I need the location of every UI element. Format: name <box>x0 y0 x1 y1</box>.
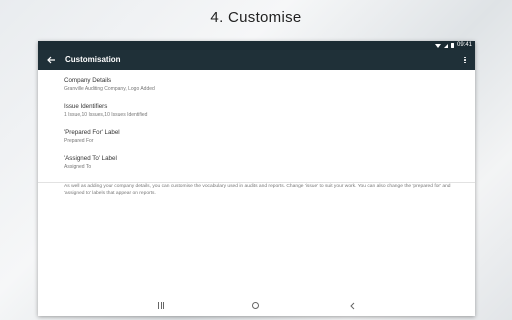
home-icon[interactable] <box>252 301 259 309</box>
page-title: Customisation <box>65 55 121 64</box>
overflow-menu-icon[interactable] <box>463 55 467 65</box>
nav-back-icon[interactable] <box>349 302 356 310</box>
setting-company-details[interactable]: Company Details Granville Auditing Compa… <box>64 77 464 93</box>
setting-title: 'Prepared For' Label <box>64 129 120 136</box>
screenshot-caption: 4. Customise <box>210 9 302 26</box>
status-time: 09:41 <box>456 42 472 48</box>
setting-title: Company Details <box>64 77 112 84</box>
status-bar: 09:41 <box>38 41 475 50</box>
wifi-icon <box>434 43 441 48</box>
app-bar: Customisation <box>38 50 475 70</box>
signal-icon <box>443 43 448 48</box>
divider <box>38 182 475 183</box>
battery-icon <box>450 43 454 48</box>
setting-subtitle: Prepared For <box>64 138 94 144</box>
recent-apps-icon[interactable] <box>158 302 164 309</box>
setting-title: Issue Identifiers <box>64 103 108 110</box>
setting-prepared-for-label[interactable]: 'Prepared For' Label Prepared For <box>64 129 464 145</box>
setting-issue-identifiers[interactable]: Issue Identifiers 1 Issue,10 Issues,10 I… <box>64 103 464 119</box>
setting-subtitle: Granville Auditing Company, Logo Added <box>64 86 155 92</box>
navigation-bar <box>38 296 475 316</box>
status-icons: 09:41 <box>434 41 472 50</box>
setting-subtitle: Assigned To <box>64 164 92 170</box>
setting-subtitle: 1 Issue,10 Issues,10 Issues Identified <box>64 112 148 118</box>
setting-title: 'Assigned To' Label <box>64 155 117 162</box>
tablet-screen: 09:41 Customisation Company Details Gran… <box>38 41 475 316</box>
setting-assigned-to-label[interactable]: 'Assigned To' Label Assigned To <box>64 155 464 171</box>
description-text: As well as adding your company details, … <box>64 184 451 196</box>
back-arrow-icon[interactable] <box>46 55 56 65</box>
